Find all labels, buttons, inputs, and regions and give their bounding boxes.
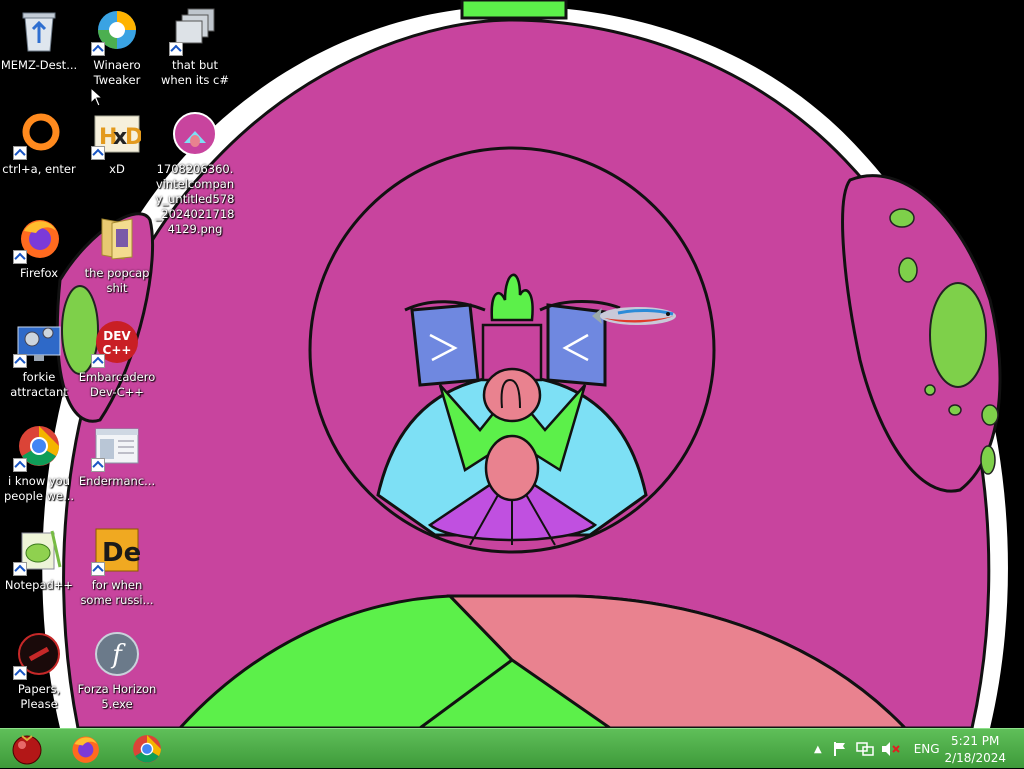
- desktop-icon-label: i know you people we...: [3, 474, 75, 503]
- settings-monitor-icon: [13, 318, 63, 368]
- hxd-icon: HxD: [91, 110, 141, 160]
- flash-icon: f: [93, 630, 141, 678]
- show-hidden-icons-icon[interactable]: ▲: [814, 744, 822, 755]
- mouse-cursor-icon: [90, 87, 104, 107]
- clock[interactable]: 5:21 PM 2/18/2024: [944, 733, 1006, 767]
- shortcut-arrow-icon: [91, 146, 105, 160]
- image-file-icon: [171, 110, 219, 158]
- taskbar-firefox-button[interactable]: [58, 731, 112, 767]
- desktop-icon-winaero-tweaker[interactable]: Winaero Tweaker: [78, 6, 156, 88]
- desktop-icon-label: Forza Horizon 5.exe: [77, 682, 157, 711]
- desktop-icon-for-when-some-russi[interactable]: De for when some russi...: [78, 526, 156, 608]
- shortcut-arrow-icon: [13, 146, 27, 160]
- clock-time: 5:21 PM: [951, 734, 1000, 748]
- desktop-icon-label: xD: [109, 162, 125, 176]
- desktop-icon-label: forkie attractant: [10, 370, 68, 399]
- shortcut-arrow-icon: [13, 458, 27, 472]
- papers-please-icon: [13, 630, 63, 680]
- clock-date: 2/18/2024: [944, 751, 1006, 765]
- desktop-icon-forkie-attractant[interactable]: forkie attractant: [0, 318, 78, 400]
- devcpp-icon: DEV C++: [91, 318, 141, 368]
- shortcut-arrow-icon: [91, 354, 105, 368]
- shortcut-arrow-icon: [13, 354, 27, 368]
- firefox-icon: [72, 736, 99, 763]
- desktop-icon-ctrl-a-enter[interactable]: ctrl+a, enter: [0, 110, 78, 177]
- desktop-icon-label: the popcap shit: [84, 266, 150, 295]
- shortcut-arrow-icon: [91, 458, 105, 472]
- shortcut-arrow-icon: [13, 562, 27, 576]
- desktop-icon-devcpp[interactable]: DEV C++ Embarcadero Dev-C++: [78, 318, 156, 400]
- shortcut-arrow-icon: [91, 562, 105, 576]
- chrome-icon: [13, 422, 63, 472]
- network-icon[interactable]: [855, 741, 874, 757]
- desktop-icon-label: 1708206360.vintelcompany_untitled578_202…: [155, 162, 235, 236]
- desktop-icon-label: Embarcadero Dev-C++: [78, 370, 156, 399]
- desktop-icon-firefox[interactable]: Firefox: [0, 214, 78, 281]
- shortcut-arrow-icon: [91, 42, 105, 56]
- desktop-icon-label: Endermanc...: [78, 474, 156, 488]
- de-icon: De: [91, 526, 141, 576]
- system-tray: ▲ ENG: [814, 729, 940, 769]
- winaero-icon: [91, 6, 141, 56]
- desktop-icon-label: Papers, Please: [17, 682, 61, 711]
- chrome-icon: [133, 735, 161, 763]
- action-center-flag-icon[interactable]: [832, 741, 848, 757]
- shortcut-arrow-icon: [13, 250, 27, 264]
- desktop-icon-png-file[interactable]: 1708206360.vintelcompany_untitled578_202…: [156, 110, 234, 237]
- desktop-icon-notepadpp[interactable]: Notepad++: [0, 526, 78, 593]
- shortcut-arrow-icon: [13, 666, 27, 680]
- language-indicator[interactable]: ENG: [914, 742, 940, 756]
- desktop-icon-chrome-shortcut[interactable]: i know you people we...: [0, 422, 78, 504]
- folder-icon: [93, 214, 141, 262]
- notepadpp-icon: [13, 526, 63, 576]
- desktop-icon-label: Winaero Tweaker: [93, 58, 141, 87]
- svg-text:De: De: [102, 538, 140, 568]
- start-orb-icon: [12, 735, 42, 765]
- fish-icon: [592, 307, 676, 325]
- desktop-icon-label: Firefox: [19, 266, 59, 280]
- taskbar: ▲ ENG 5:21 PM 2/18/2024: [0, 728, 1024, 768]
- desktop-icon-popcap-folder[interactable]: the popcap shit: [78, 214, 156, 296]
- svg-text:C++: C++: [103, 343, 132, 357]
- desktop-icon-label: ctrl+a, enter: [2, 162, 76, 176]
- ring-icon: [13, 110, 63, 160]
- desktop-icon-label: for when some russi...: [80, 578, 154, 607]
- taskbar-chrome-button[interactable]: [120, 731, 174, 767]
- desktop-icon-memz[interactable]: MEMZ-Dest...: [0, 6, 78, 73]
- shortcut-arrow-icon: [169, 42, 183, 56]
- desktop-icon-that-but-when-its-csharp[interactable]: that but when its c#: [156, 6, 234, 88]
- svg-text:D: D: [125, 125, 141, 150]
- desktop-icon-label: that but when its c#: [160, 58, 230, 87]
- desktop-icon-endermanch[interactable]: Endermanc...: [78, 422, 156, 489]
- desktop-icon-forza-horizon-5[interactable]: f Forza Horizon 5.exe: [78, 630, 156, 712]
- desktop-icon-label: Notepad++: [4, 578, 74, 592]
- windows-stack-icon: [169, 6, 219, 56]
- firefox-icon: [13, 214, 63, 264]
- desktop-icon-label: MEMZ-Dest...: [0, 58, 78, 72]
- volume-muted-icon[interactable]: [880, 741, 900, 757]
- start-button[interactable]: [0, 731, 54, 767]
- window-app-icon: [91, 422, 141, 472]
- svg-text:DEV: DEV: [103, 329, 131, 343]
- recycle-bin-icon: [15, 6, 63, 54]
- desktop-icon-papers-please[interactable]: Papers, Please: [0, 630, 78, 712]
- desktop-icon-xd[interactable]: HxD xD: [78, 110, 156, 177]
